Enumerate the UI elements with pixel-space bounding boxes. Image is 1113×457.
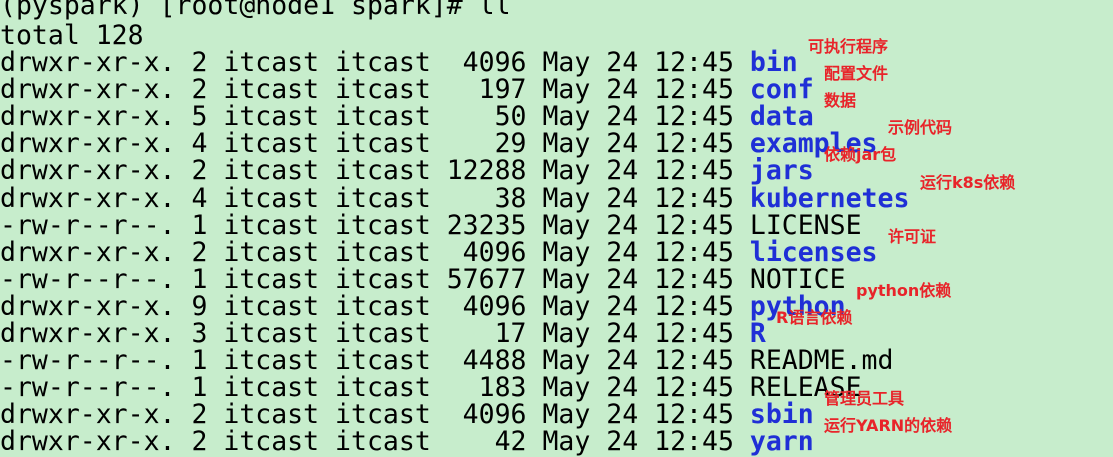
- annotation-label: 运行YARN的依赖: [824, 416, 953, 436]
- row-metadata: drwxr-xr-x. 2 itcast itcast 42 May 24 12…: [0, 426, 750, 457]
- listing-row: drwxr-xr-x. 2 itcast itcast 4096 May 24 …: [0, 239, 878, 266]
- listing-row: drwxr-xr-x. 4 itcast itcast 38 May 24 12…: [0, 185, 909, 212]
- listing-row: drwxr-xr-x. 2 itcast itcast 4096 May 24 …: [0, 49, 798, 76]
- listing-row: drwxr-xr-x. 5 itcast itcast 50 May 24 12…: [0, 103, 814, 130]
- annotation-label: python依赖: [856, 280, 952, 300]
- annotation-label: 管理员工具: [824, 389, 905, 409]
- directory-name: yarn: [749, 426, 814, 457]
- annotation-label: 许可证: [888, 226, 937, 246]
- annotation-label: 可执行程序: [808, 37, 889, 56]
- listing-row: drwxr-xr-x. 2 itcast itcast 12288 May 24…: [0, 157, 814, 184]
- listing-row: drwxr-xr-x. 3 itcast itcast 17 May 24 12…: [0, 320, 766, 347]
- prompt-line: (pyspark) [root@node1 spark]# ll: [0, 0, 511, 21]
- listing-row: drwxr-xr-x. 9 itcast itcast 4096 May 24 …: [0, 293, 846, 320]
- terminal-window[interactable]: (pyspark) [root@node1 spark]# ll total 1…: [0, 0, 1113, 457]
- listing-row: drwxr-xr-x. 2 itcast itcast 197 May 24 1…: [0, 76, 814, 103]
- annotation-label: 示例代码: [888, 118, 953, 138]
- listing-row: drwxr-xr-x. 2 itcast itcast 4096 May 24 …: [0, 401, 814, 428]
- listing-row: -rw-r--r--. 1 itcast itcast 4488 May 24 …: [0, 347, 893, 374]
- total-line: total 128: [0, 20, 144, 51]
- annotation-label: R语言依赖: [776, 308, 853, 327]
- annotation-label: 依赖jar包: [824, 145, 897, 165]
- listing-row: drwxr-xr-x. 4 itcast itcast 29 May 24 12…: [0, 130, 878, 157]
- annotation-label: 配置文件: [824, 64, 889, 84]
- annotation-label: 运行k8s依赖: [920, 172, 1016, 192]
- annotation-label: 数据: [824, 91, 857, 111]
- listing-row: drwxr-xr-x. 2 itcast itcast 42 May 24 12…: [0, 428, 814, 455]
- listing-row: -rw-r--r--. 1 itcast itcast 183 May 24 1…: [0, 374, 862, 401]
- listing-row: -rw-r--r--. 1 itcast itcast 23235 May 24…: [0, 212, 862, 239]
- listing-row: -rw-r--r--. 1 itcast itcast 57677 May 24…: [0, 266, 846, 293]
